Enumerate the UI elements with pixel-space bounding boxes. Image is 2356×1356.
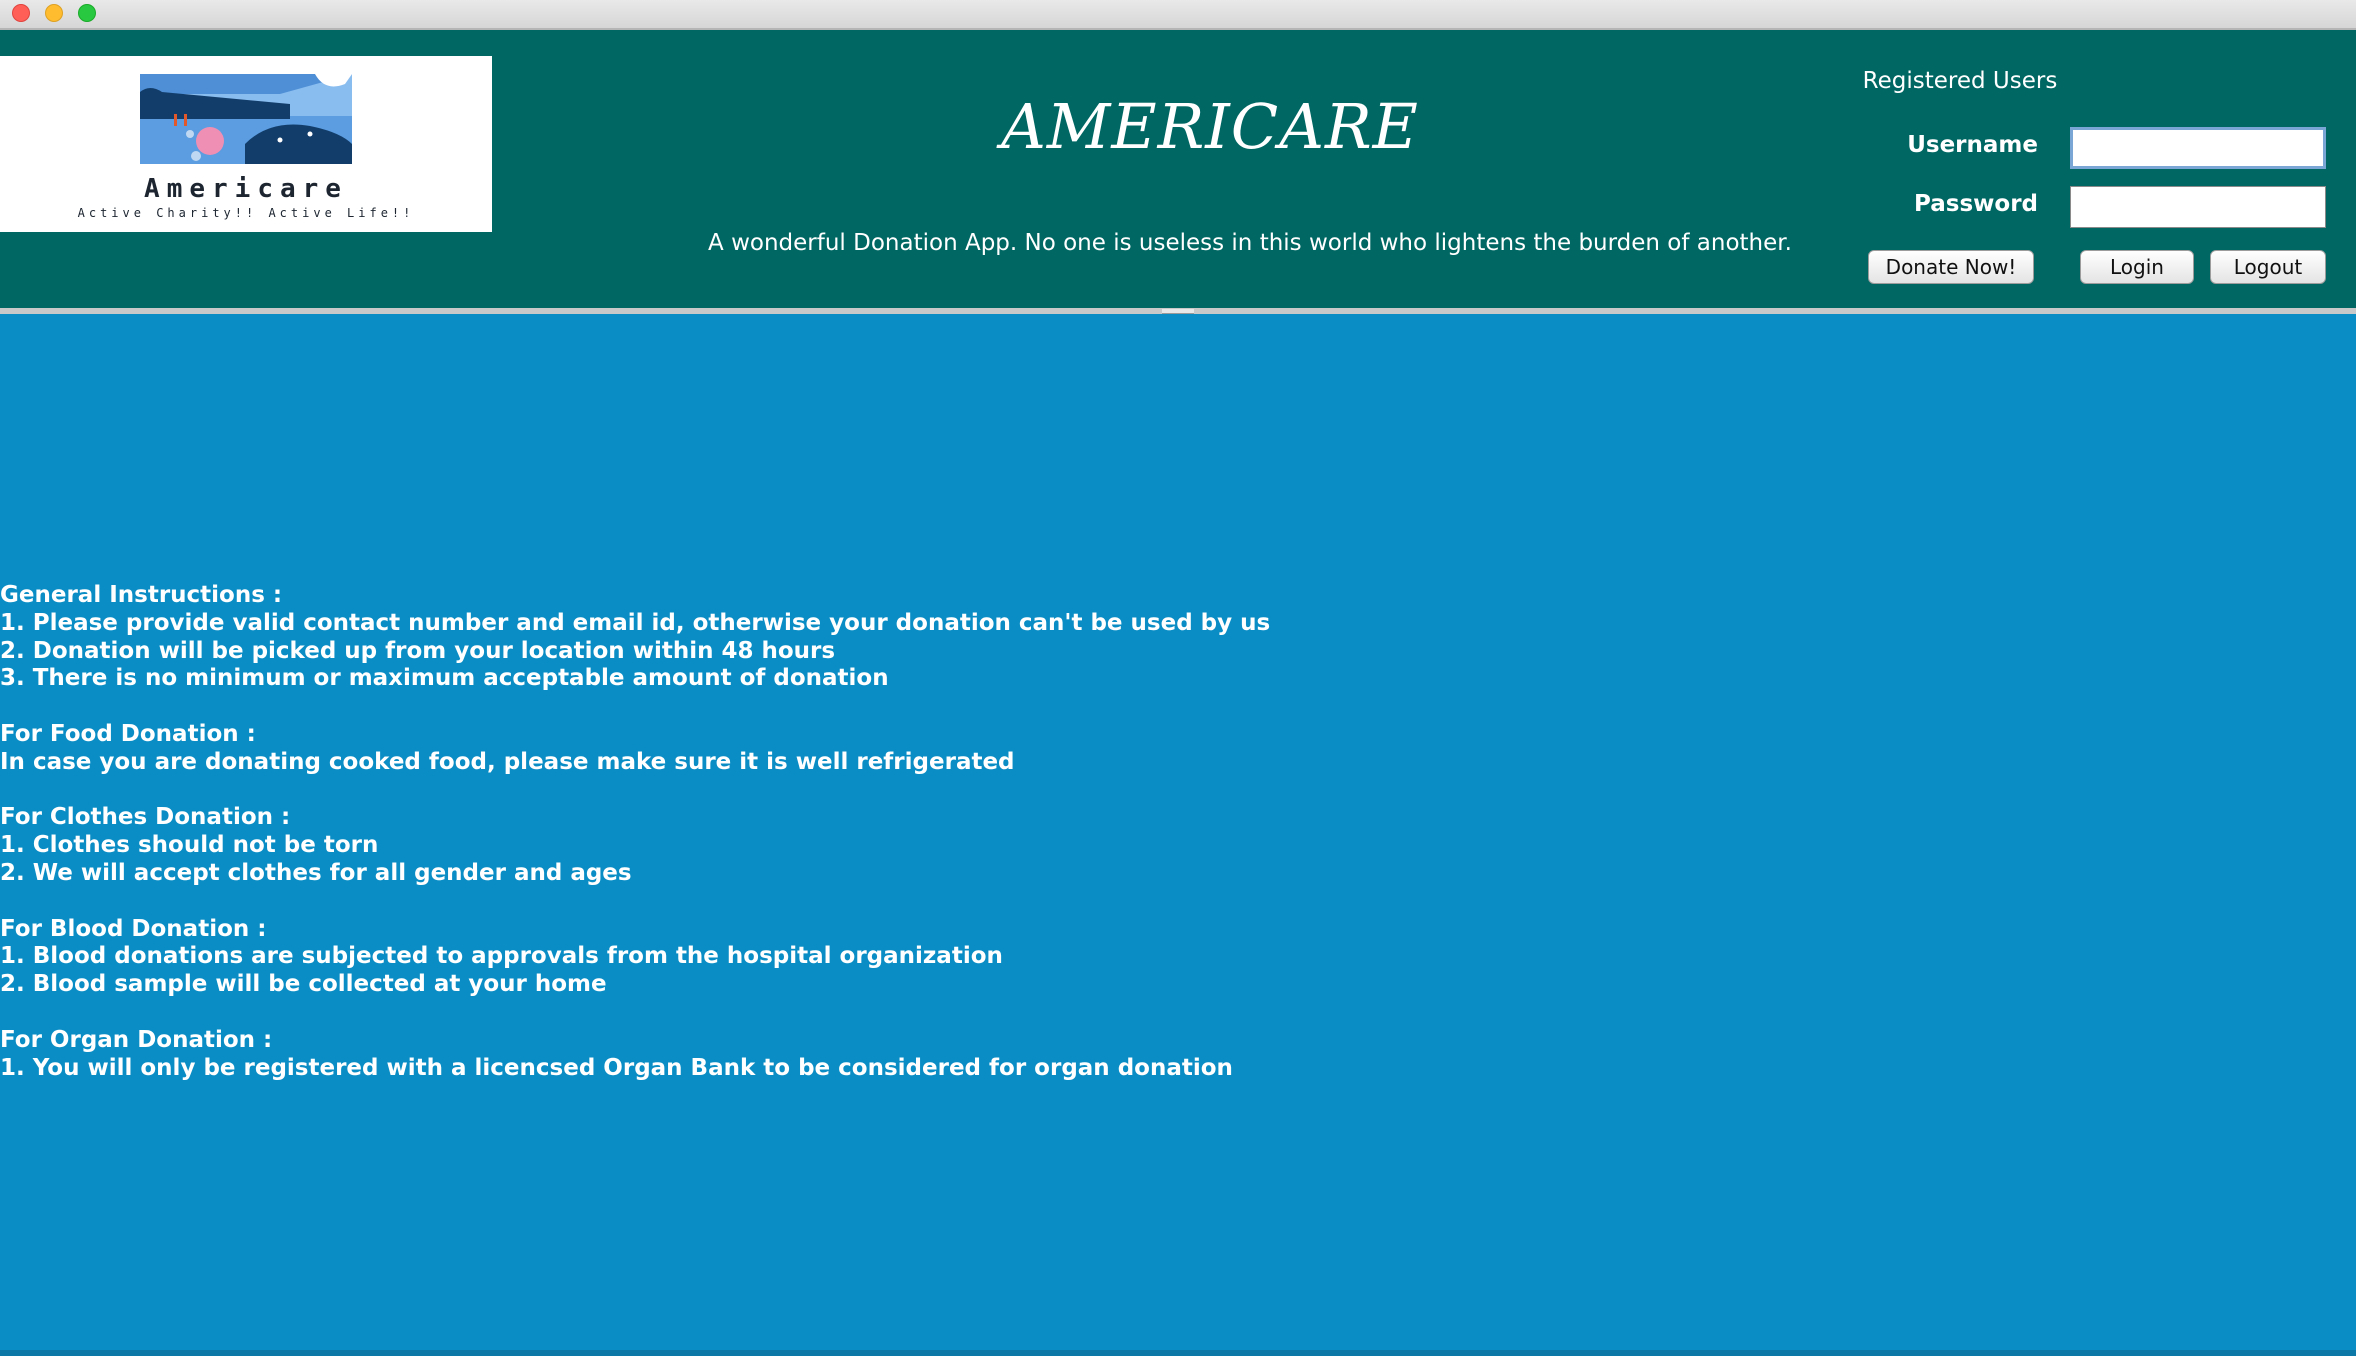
instruction-line: 2. Blood sample will be collected at you… <box>0 971 607 998</box>
instruction-line: In case you are donating cooked food, pl… <box>0 748 1015 775</box>
logo-wordmark: Americare <box>144 174 348 204</box>
maximize-window-icon[interactable] <box>78 4 96 22</box>
section-heading: General Instructions : <box>0 582 283 608</box>
instructions-text: General Instructions : 1. Please provide… <box>0 582 1600 1082</box>
title-bar <box>0 0 2356 30</box>
password-label: Password <box>1914 191 2038 217</box>
window-bottom-edge <box>0 1350 2356 1356</box>
section-heading: For Clothes Donation : <box>0 804 291 831</box>
app-title: AMERICARE <box>1001 90 1419 163</box>
password-input[interactable] <box>2070 186 2326 228</box>
username-label: Username <box>1907 132 2038 158</box>
clothes-donation-section: For Clothes Donation : 1. Clothes should… <box>0 804 1600 887</box>
logo-graphic-icon <box>140 74 352 164</box>
instruction-line: 1. You will only be registered with a li… <box>0 1054 1233 1081</box>
food-donation-section: For Food Donation : In case you are dona… <box>0 721 1600 777</box>
section-heading: For Blood Donation : <box>0 915 267 942</box>
minimize-window-icon[interactable] <box>45 4 63 22</box>
close-window-icon[interactable] <box>12 4 30 22</box>
organ-donation-section: For Organ Donation : 1. You will only be… <box>0 1027 1600 1083</box>
app-tagline: A wonderful Donation App. No one is usel… <box>708 230 1792 256</box>
section-heading: For Food Donation : <box>0 720 256 747</box>
instruction-line: 1. Clothes should not be torn <box>0 832 379 859</box>
section-heading: For Organ Donation : <box>0 1026 273 1053</box>
blood-donation-section: For Blood Donation : 1. Blood donations … <box>0 916 1600 999</box>
instruction-line: 1. Please provide valid contact number a… <box>0 609 1271 636</box>
header-panel: Americare Active Charity!! Active Life!!… <box>0 30 2356 309</box>
instruction-line: 1. Blood donations are subjected to appr… <box>0 943 1003 970</box>
instruction-line: 2. We will accept clothes for all gender… <box>0 859 632 886</box>
registered-users-heading: Registered Users <box>1862 68 2058 94</box>
instruction-line: 2. Donation will be picked up from your … <box>0 637 836 664</box>
donate-now-button[interactable]: Donate Now! <box>1868 250 2034 284</box>
general-instructions-section: General Instructions : 1. Please provide… <box>0 582 1600 693</box>
logo-tagline: Active Charity!! Active Life!! <box>77 206 415 220</box>
login-button[interactable]: Login <box>2080 250 2194 284</box>
instructions-panel: General Instructions : 1. Please provide… <box>0 314 2356 1356</box>
instruction-line: 3. There is no minimum or maximum accept… <box>0 665 889 692</box>
logout-button[interactable]: Logout <box>2210 250 2326 284</box>
app-window: Americare Active Charity!! Active Life!!… <box>0 0 2356 1356</box>
username-input[interactable] <box>2070 127 2326 169</box>
americare-logo: Americare Active Charity!! Active Life!! <box>0 56 492 232</box>
